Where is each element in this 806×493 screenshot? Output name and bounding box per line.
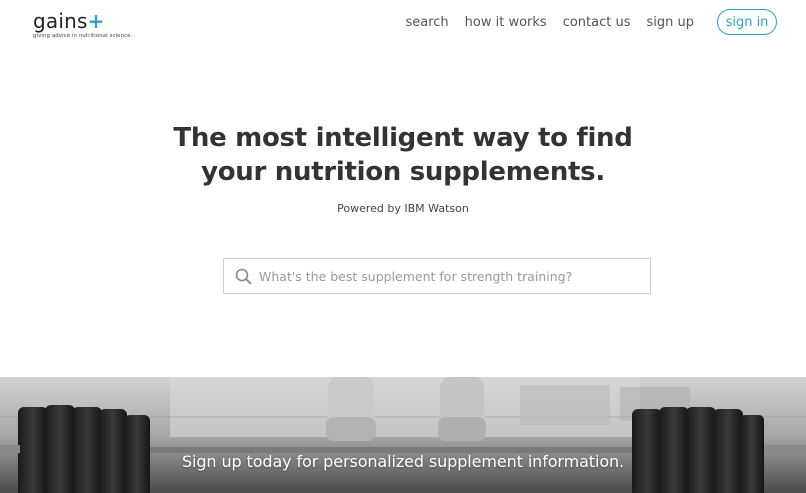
search-box[interactable] [223, 258, 651, 294]
logo-wordmark: gains+ [33, 9, 105, 33]
page-title-line-2: your nutrition supplements. [201, 157, 605, 187]
site-header: gains+ giving advice in nutritional scie… [0, 0, 806, 52]
signup-banner-text: Sign up today for personalized supplemen… [181, 452, 625, 471]
logo-tagline: giving advice in nutritional science. [33, 33, 133, 39]
nav-how-it-works-link[interactable]: how it works [465, 15, 547, 30]
sign-in-button[interactable]: sign in [717, 9, 777, 35]
main-nav: search how it works contact us sign up s… [405, 9, 777, 35]
nav-contact-us-link[interactable]: contact us [563, 15, 631, 30]
page-title-line-1: The most intelligent way to find [173, 123, 633, 153]
signup-banner: Sign up today for personalized supplemen… [0, 377, 806, 493]
nav-search-link[interactable]: search [405, 15, 448, 30]
nav-sign-up-link[interactable]: sign up [647, 15, 695, 30]
search-input[interactable] [259, 268, 639, 284]
page-title: The most intelligent way to find your nu… [0, 121, 806, 189]
powered-by-text: Powered by IBM Watson [337, 202, 469, 215]
logo[interactable]: gains+ giving advice in nutritional scie… [33, 10, 132, 39]
search-icon[interactable] [234, 267, 252, 285]
barbell-photo [0, 377, 806, 493]
logo-plus: + [87, 9, 105, 33]
